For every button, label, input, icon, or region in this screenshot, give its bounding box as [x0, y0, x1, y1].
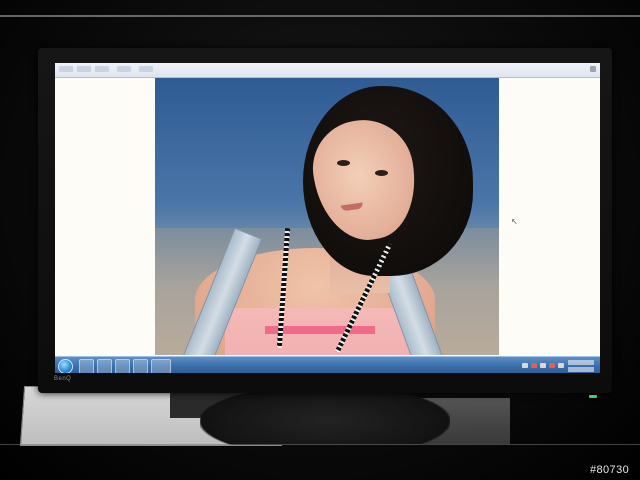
person-eye-left: [337, 160, 350, 166]
system-tray-icon[interactable]: [558, 363, 564, 368]
browser-tab[interactable]: [95, 66, 109, 72]
monitor-brand-logo: BenQ: [54, 376, 72, 382]
browser-tab[interactable]: [77, 66, 91, 72]
windows-taskbar: [55, 356, 600, 373]
browser-tab[interactable]: [59, 66, 73, 72]
clock-time[interactable]: [568, 360, 594, 365]
monitor-stand: [200, 385, 450, 445]
system-tray-icon[interactable]: [549, 363, 555, 368]
top-edge-line: [0, 15, 640, 17]
browser-tab[interactable]: [139, 66, 153, 72]
mouse-cursor-icon: ↖: [511, 217, 518, 226]
watermark-text: #80730: [590, 464, 630, 476]
portrait-photo: [155, 78, 499, 355]
clock-date[interactable]: [568, 367, 594, 372]
taskbar-app-icon[interactable]: [97, 359, 112, 373]
bottom-edge-line: [0, 444, 640, 445]
taskbar-app-icon[interactable]: [79, 359, 94, 373]
system-tray-icon[interactable]: [522, 363, 528, 368]
taskbar-app-icon[interactable]: [115, 359, 130, 373]
system-tray-icon[interactable]: [531, 363, 537, 368]
power-led: [589, 395, 597, 398]
close-icon[interactable]: [590, 66, 596, 72]
system-tray: [520, 358, 596, 373]
person-eye-right: [375, 170, 388, 176]
browser-toolbar: [55, 63, 600, 78]
monitor-screen: ↖: [55, 63, 600, 373]
start-orb-icon[interactable]: [58, 359, 73, 373]
browser-tab[interactable]: [117, 66, 131, 72]
system-tray-icon[interactable]: [540, 363, 546, 368]
taskbar-app-icon[interactable]: [133, 359, 148, 373]
taskbar-app-icon[interactable]: [151, 359, 171, 373]
